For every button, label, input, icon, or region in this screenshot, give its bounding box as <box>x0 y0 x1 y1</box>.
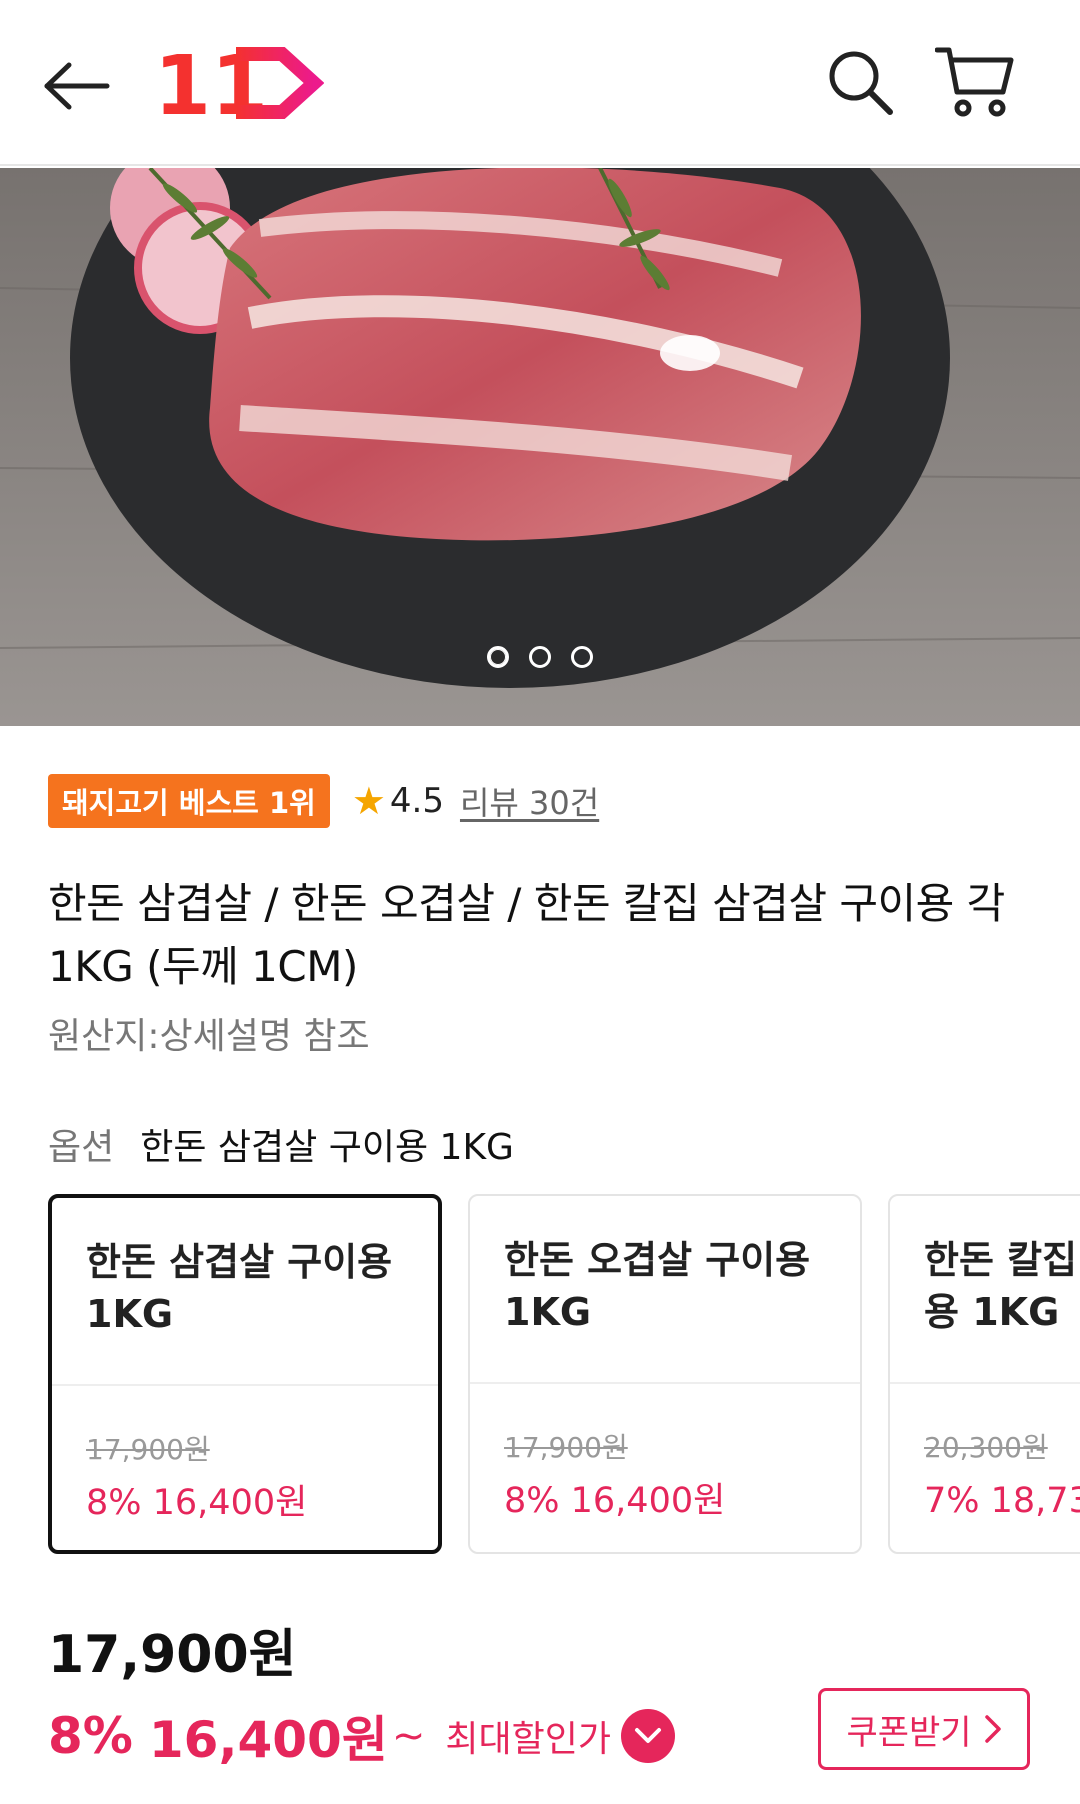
carousel-dot-1[interactable] <box>487 646 509 668</box>
search-button[interactable] <box>818 40 902 124</box>
search-icon <box>829 51 893 115</box>
get-coupon-button[interactable]: 쿠폰받기 <box>818 1688 1030 1770</box>
option-card[interactable]: 한돈 삼겹살 구이용 1KG 17,900원 8% 16,400원 <box>48 1194 442 1554</box>
discount-percent: 8% <box>48 1707 133 1765</box>
logo-mark: 11 <box>154 39 325 134</box>
option-card-sale-price: 8% 16,400원 <box>86 1483 308 1523</box>
coupon-button-label: 쿠폰받기 <box>846 1712 972 1753</box>
option-label: 옵션 <box>48 1127 115 1168</box>
original-price: 17,900원 <box>48 1625 297 1685</box>
rating: ★ 4.5 리뷰 30건 <box>352 778 599 824</box>
star-icon: ★ <box>351 779 386 823</box>
badge-rating-row: 돼지고기 베스트 1위 ★ 4.5 리뷰 30건 <box>48 774 599 828</box>
divider <box>470 1382 860 1384</box>
option-card-name: 한돈 칼집 삼겹살 구이용 1KG <box>924 1238 1080 1334</box>
review-count-link[interactable]: 리뷰 30건 <box>460 778 599 824</box>
price-from-tilde: ~ <box>391 1713 426 1759</box>
sale-price: 16,400원 <box>148 1711 388 1769</box>
option-card-sale-price: 7% 18,730원 <box>924 1481 1080 1521</box>
cart-button[interactable] <box>930 40 1020 124</box>
option-card-list[interactable]: 한돈 삼겹살 구이용 1KG 17,900원 8% 16,400원 한돈 오겹살… <box>48 1194 1080 1556</box>
sale-price-row: 8% 16,400원 ~ 최대할인가 <box>48 1700 675 1772</box>
option-card-original-price: 17,900원 <box>504 1431 628 1464</box>
option-card-sale-price: 8% 16,400원 <box>504 1481 726 1521</box>
carousel-dot-3[interactable] <box>571 646 593 668</box>
option-card-original-price: 20,300원 <box>924 1431 1048 1464</box>
brand-logo[interactable]: 11 <box>154 39 325 134</box>
product-image-carousel[interactable] <box>0 168 1080 726</box>
chevron-right-icon <box>984 1714 1002 1744</box>
option-card[interactable]: 한돈 오겹살 구이용 1KG 17,900원 8% 16,400원 <box>468 1194 862 1554</box>
max-discount-label[interactable]: 최대할인가 <box>445 1710 611 1762</box>
carousel-indicator <box>0 646 1080 668</box>
rating-score: 4.5 <box>389 781 444 821</box>
product-origin: 원산지:상세설명 참조 <box>48 1016 370 1057</box>
chevron-down-icon <box>634 1728 661 1743</box>
option-card-name: 한돈 오겹살 구이용 1KG <box>504 1238 811 1334</box>
option-selected-value: 한돈 삼겹살 구이용 1KG <box>140 1127 514 1168</box>
product-title: 한돈 삼겹살 / 한돈 오겹살 / 한돈 칼집 삼겹살 구이용 각 1KG (두… <box>48 879 1005 991</box>
top-app-bar: 11 <box>0 0 1080 166</box>
best-seller-badge: 돼지고기 베스트 1위 <box>48 774 330 828</box>
option-card-name: 한돈 삼겹살 구이용 1KG <box>86 1240 393 1336</box>
back-button[interactable] <box>34 44 118 128</box>
product-photo-pork-belly <box>0 168 1080 726</box>
cart-icon <box>935 47 1014 117</box>
option-card-original-price: 17,900원 <box>86 1433 210 1466</box>
back-arrow-icon <box>44 62 110 110</box>
max-discount-toggle[interactable] <box>620 1709 675 1763</box>
option-card[interactable]: 한돈 칼집 삼겹살 구이용 1KG 20,300원 7% 18,730원 <box>888 1194 1080 1554</box>
option-summary: 옵션 한돈 삼겹살 구이용 1KG <box>48 1118 514 1170</box>
divider <box>52 1384 438 1386</box>
carousel-dot-2[interactable] <box>529 646 551 668</box>
divider <box>890 1382 1080 1384</box>
